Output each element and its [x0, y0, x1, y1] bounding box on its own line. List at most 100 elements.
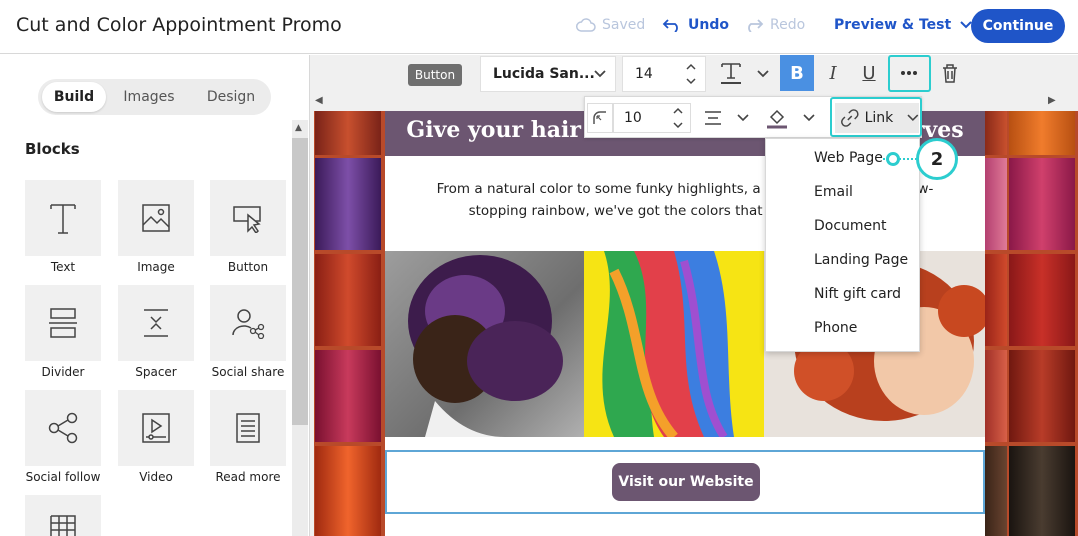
hair-swatch	[315, 446, 381, 536]
menu-item-nift-gift-card[interactable]: Nift gift card	[814, 286, 901, 302]
page-title: Cut and Color Appointment Promo	[16, 14, 342, 36]
block-label: Social share	[211, 365, 285, 379]
button-block[interactable]: Visit our Website	[385, 450, 985, 514]
block-label: Text	[50, 260, 76, 274]
continue-button[interactable]: Continue	[971, 9, 1065, 43]
read-more-icon	[236, 413, 260, 443]
italic-button[interactable]: I	[816, 56, 850, 90]
social-share-icon	[232, 309, 265, 339]
redo-icon	[748, 19, 764, 32]
scroll-up-arrow[interactable]: ▲	[295, 123, 302, 133]
block-label: Button	[227, 260, 269, 274]
hair-swatch	[985, 158, 1007, 250]
redo-button[interactable]: Redo	[744, 17, 805, 33]
font-size-value: 14	[635, 66, 653, 82]
hair-swatch	[985, 350, 1007, 442]
undo-button[interactable]: Undo	[662, 17, 729, 33]
block-label: Image	[137, 260, 175, 274]
hair-swatch	[315, 111, 381, 155]
align-center-icon	[705, 111, 721, 125]
left-panel: Build Images Design Blocks Text Image Bu…	[0, 55, 310, 536]
block-social-share[interactable]	[210, 285, 286, 361]
paint-bucket-icon	[767, 109, 787, 129]
tab-design[interactable]: Design	[198, 82, 264, 112]
tab-images[interactable]: Images	[116, 82, 182, 112]
delete-button[interactable]	[933, 56, 967, 90]
image-icon	[142, 204, 170, 232]
link-type-menu: Web Page Email Document Landing Page Nif…	[765, 138, 920, 352]
preview-test-button[interactable]: Preview & Test	[834, 17, 975, 33]
link-icon	[841, 109, 859, 127]
menu-item-phone[interactable]: Phone	[814, 320, 857, 336]
saved-status: Saved	[576, 17, 645, 33]
hair-swatch	[985, 111, 1007, 155]
block-button[interactable]	[210, 180, 286, 256]
chevron-down-icon	[803, 114, 815, 122]
text-color-icon	[721, 63, 741, 84]
align-select[interactable]	[703, 103, 755, 133]
step-callout-badge: 2	[916, 138, 958, 180]
block-label: Read more	[215, 470, 281, 484]
scrollbar-thumb[interactable]	[292, 138, 308, 425]
hair-swatch	[315, 254, 381, 346]
menu-item-email[interactable]: Email	[814, 184, 853, 200]
underline-button[interactable]: U	[852, 56, 886, 90]
formatting-toolbar: Button Lucida San... 14 B I U	[310, 55, 1078, 93]
link-label: Link	[864, 110, 894, 126]
link-dropdown-button[interactable]: Link	[835, 103, 919, 133]
block-label: Video	[139, 470, 173, 484]
visit-website-button[interactable]: Visit our Website	[612, 463, 760, 501]
stepper-arrows-icon[interactable]	[685, 61, 697, 87]
divider-icon	[49, 308, 77, 338]
text-style-button[interactable]	[714, 56, 748, 90]
menu-item-web-page[interactable]: Web Page	[814, 150, 883, 166]
border-radius-button[interactable]	[587, 103, 613, 133]
preview-label: Preview & Test	[834, 17, 952, 33]
font-size-stepper[interactable]: 14	[622, 56, 706, 92]
menu-item-document[interactable]: Document	[814, 218, 887, 234]
photo-purple-hair[interactable]	[385, 251, 584, 437]
scroll-left-arrow[interactable]: ◀	[315, 95, 323, 106]
blocks-heading: Blocks	[25, 140, 80, 158]
block-label: Spacer	[135, 365, 177, 379]
block-spacer[interactable]	[118, 285, 194, 361]
spacer-icon	[144, 309, 168, 337]
block-social-follow[interactable]	[25, 390, 101, 466]
hair-swatch	[315, 350, 381, 442]
video-icon	[142, 413, 170, 443]
scroll-right-arrow[interactable]: ▶	[1048, 95, 1056, 106]
table-icon	[50, 515, 76, 536]
block-read-more[interactable]	[210, 390, 286, 466]
hair-swatch	[1009, 111, 1075, 155]
block-divider[interactable]	[25, 285, 101, 361]
block-text[interactable]	[25, 180, 101, 256]
block-table[interactable]	[25, 495, 101, 536]
corner-radius-icon	[593, 111, 606, 124]
hair-swatch	[985, 254, 1007, 346]
chevron-down-icon	[907, 114, 919, 122]
undo-icon	[662, 19, 678, 32]
tab-build[interactable]: Build	[42, 82, 106, 112]
block-label: Divider	[41, 365, 85, 379]
hair-swatch	[1009, 350, 1075, 442]
padding-stepper[interactable]: 10	[613, 103, 691, 133]
photo-purple-hair-art	[408, 255, 563, 437]
trash-icon	[943, 64, 957, 83]
photo-rainbow-hair-art	[602, 251, 734, 441]
bold-button[interactable]: B	[780, 55, 814, 91]
saved-label: Saved	[602, 17, 646, 33]
photo-rainbow-hair[interactable]	[584, 251, 764, 441]
text-style-dropdown[interactable]	[746, 57, 780, 91]
menu-item-landing-page[interactable]: Landing Page	[814, 252, 908, 268]
stepper-arrows-icon[interactable]	[672, 105, 684, 131]
font-family-select[interactable]: Lucida San...	[480, 56, 616, 92]
hair-swatch	[1009, 254, 1075, 346]
block-image[interactable]	[118, 180, 194, 256]
block-video[interactable]	[118, 390, 194, 466]
button-color-select[interactable]	[765, 103, 823, 133]
more-options-button[interactable]	[892, 56, 926, 90]
padding-value: 10	[624, 110, 642, 126]
text-icon	[50, 204, 76, 234]
callout-dot	[886, 152, 900, 166]
more-horizontal-icon	[901, 71, 917, 75]
